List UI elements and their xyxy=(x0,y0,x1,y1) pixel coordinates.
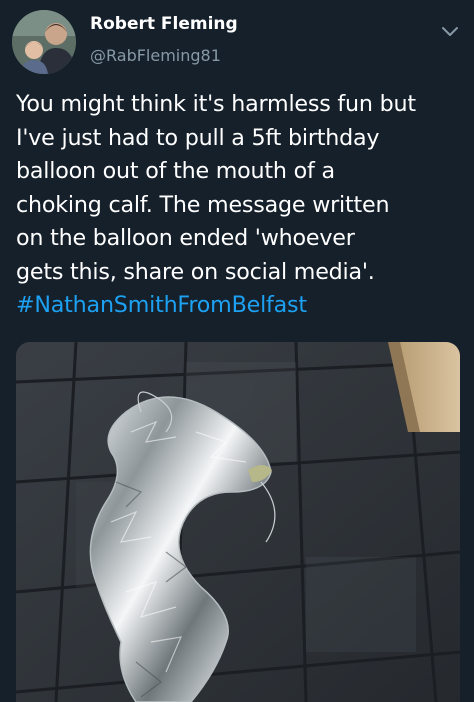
tweet-text-line: balloon out of the mouth of a xyxy=(16,158,335,184)
tweet-text: You might think it's harmless fun but I'… xyxy=(16,88,464,323)
tweet-text-line: choking calf. The message written xyxy=(16,191,390,218)
tweet-card: Robert Fleming @RabFleming81 You might t… xyxy=(0,0,474,702)
balloon-photo xyxy=(16,342,460,702)
avatar[interactable] xyxy=(12,10,76,74)
tweet-text-line: You might think it's harmless fun but xyxy=(16,91,416,117)
hashtag-link[interactable]: #NathanSmithFromBelfast xyxy=(16,289,464,323)
tweet-text-line: on the balloon ended 'whoever xyxy=(16,225,355,251)
author-handle[interactable]: @RabFleming81 xyxy=(90,46,221,65)
author-name[interactable]: Robert Fleming xyxy=(90,14,238,34)
avatar-photo xyxy=(12,10,76,74)
tweet-text-line: I've just had to pull a 5ft birthday xyxy=(16,124,380,151)
tweet-text-line: gets this, share on social media'. xyxy=(16,258,375,285)
tweet-media-photo[interactable] xyxy=(16,342,460,702)
chevron-down-icon[interactable] xyxy=(440,24,460,38)
